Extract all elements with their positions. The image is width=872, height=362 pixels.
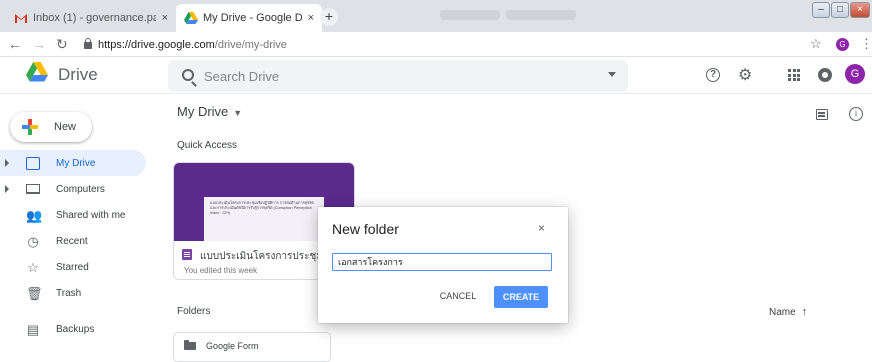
- star-icon: ☆: [27, 259, 39, 275]
- drive-favicon-icon: [184, 12, 198, 24]
- list-view-icon[interactable]: [816, 109, 828, 120]
- sidebar-item-label: My Drive: [56, 157, 96, 169]
- url-field[interactable]: https://drive.google.com/drive/my-drive: [84, 36, 804, 53]
- header-divider: [0, 93, 872, 94]
- browser-tab-strip: Inbox (1) - governance.pacc@gm × My Driv…: [0, 0, 872, 32]
- people-icon: 👥: [26, 207, 43, 223]
- tab-gmail[interactable]: Inbox (1) - governance.pacc@gm ×: [6, 4, 176, 32]
- new-tab-button[interactable]: +: [320, 8, 338, 26]
- search-bar[interactable]: Search Drive: [168, 60, 628, 92]
- back-arrow-icon[interactable]: ←: [8, 36, 22, 52]
- dialog-title: New folder: [332, 221, 399, 237]
- account-avatar[interactable]: G: [845, 64, 865, 84]
- backups-icon: ▤: [26, 321, 40, 337]
- page-title-text: My Drive: [177, 104, 229, 119]
- tab-drive-close-icon[interactable]: ×: [308, 12, 314, 24]
- url-path: /drive/my-drive: [214, 38, 287, 51]
- folder-icon: [184, 340, 196, 350]
- sort-label: Name: [769, 307, 796, 318]
- sidebar-item-label: Backups: [56, 323, 95, 335]
- new-button[interactable]: New: [10, 112, 92, 142]
- new-folder-dialog: New folder × CANCEL CREATE: [318, 207, 568, 323]
- tab-gmail-close-icon[interactable]: ×: [162, 12, 168, 24]
- blurred-region: [506, 10, 576, 20]
- expand-caret-icon[interactable]: [5, 159, 9, 167]
- reload-icon[interactable]: ↻: [56, 36, 68, 52]
- maximize-icon[interactable]: □: [831, 2, 849, 18]
- url-host: https://drive.google.com: [98, 38, 215, 51]
- plus-icon: [22, 119, 38, 135]
- sidebar-item-trash[interactable]: 🗑 Trash: [0, 280, 150, 306]
- thumbnail-text: แบบประเมินโครงการประชุมเชิงปฏิบัติการ กา…: [210, 201, 314, 215]
- chevron-down-icon: ▼: [233, 108, 243, 118]
- sort-arrow-up-icon[interactable]: ↑: [802, 306, 808, 318]
- quick-file-subtitle: You edited this week: [184, 266, 258, 275]
- notifications-icon[interactable]: [818, 68, 832, 82]
- tab-gmail-title: Inbox (1) - governance.pacc@gm: [33, 12, 156, 24]
- help-icon[interactable]: ?: [706, 68, 720, 82]
- drive-header: Drive Search Drive ? ⚙ G: [0, 57, 872, 93]
- drive-logo-text[interactable]: Drive: [58, 65, 98, 85]
- sidebar-item-computers[interactable]: Computers: [0, 176, 150, 202]
- apps-grid-icon[interactable]: [788, 69, 800, 81]
- new-button-label: New: [54, 121, 77, 133]
- drive-logo-icon[interactable]: [26, 62, 48, 82]
- cancel-button[interactable]: CANCEL: [438, 291, 478, 301]
- browser-menu-icon[interactable]: ⋮: [860, 36, 872, 52]
- trash-icon: 🗑: [26, 285, 43, 301]
- create-button[interactable]: CREATE: [494, 286, 548, 308]
- lock-icon: [84, 38, 92, 49]
- tab-drive-title: My Drive - Google Drive: [203, 12, 302, 24]
- page-title[interactable]: My Drive ▼: [177, 104, 242, 119]
- tab-drive[interactable]: My Drive - Google Drive ×: [176, 4, 322, 32]
- sidebar-nav: My Drive Computers 👥 Shared with me ◷ Re…: [0, 150, 150, 342]
- sidebar-item-label: Starred: [56, 261, 89, 273]
- search-input[interactable]: Search Drive: [204, 69, 279, 84]
- info-icon[interactable]: i: [849, 107, 863, 121]
- settings-gear-icon[interactable]: ⚙: [738, 65, 752, 85]
- gmail-icon: [15, 14, 27, 23]
- address-bar: ← → ↻ https://drive.google.com/drive/my-…: [0, 32, 872, 57]
- minimize-icon[interactable]: –: [812, 2, 830, 18]
- folder-card[interactable]: Google Form: [173, 332, 331, 362]
- forms-file-icon: [182, 249, 192, 260]
- sidebar-item-my-drive[interactable]: My Drive: [0, 150, 146, 176]
- profile-avatar[interactable]: G: [836, 38, 849, 51]
- sidebar-item-label: Recent: [56, 235, 88, 247]
- sidebar-item-starred[interactable]: ☆ Starred: [0, 254, 150, 280]
- thumbnail-document: แบบประเมินโครงการประชุมเชิงปฏิบัติการ กา…: [204, 197, 324, 241]
- search-icon[interactable]: [182, 69, 194, 81]
- sidebar-item-backups[interactable]: ▤ Backups: [0, 316, 150, 342]
- close-icon[interactable]: ×: [538, 221, 545, 235]
- sidebar-item-label: Shared with me: [56, 209, 126, 221]
- blurred-region: [440, 10, 500, 20]
- folder-name-input[interactable]: [332, 253, 552, 271]
- sidebar-item-shared[interactable]: 👥 Shared with me: [0, 202, 150, 228]
- sidebar-item-recent[interactable]: ◷ Recent: [0, 228, 150, 254]
- sidebar-item-label: Trash: [56, 287, 82, 299]
- expand-caret-icon[interactable]: [5, 185, 9, 193]
- sidebar-item-label: Computers: [56, 183, 105, 195]
- folders-heading: Folders: [177, 306, 211, 317]
- quick-access-heading: Quick Access: [177, 140, 238, 151]
- search-options-icon[interactable]: [608, 72, 616, 77]
- my-drive-icon: [26, 156, 40, 170]
- window-close-icon[interactable]: ×: [850, 2, 870, 18]
- sort-by-name[interactable]: Name ↑: [769, 306, 807, 318]
- computers-icon: [26, 184, 40, 194]
- bookmark-star-icon[interactable]: ☆: [810, 36, 822, 52]
- forward-arrow-icon[interactable]: →: [32, 36, 46, 52]
- clock-icon: ◷: [27, 233, 39, 249]
